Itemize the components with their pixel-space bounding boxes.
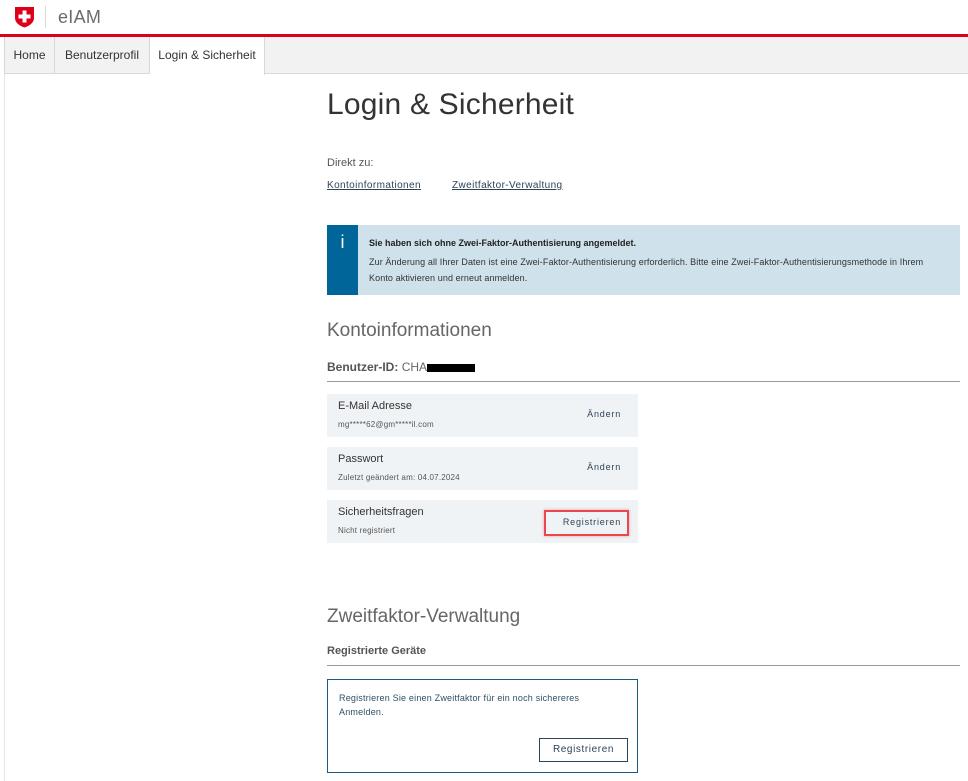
second-factor-card: Registrieren Sie einen Zweitfaktor für e… — [327, 679, 638, 773]
page-title: Login & Sicherheit — [327, 88, 575, 121]
user-id-value: CHA — [401, 360, 428, 374]
item-value: Nicht registriert — [338, 526, 396, 535]
jump-link-kontoinformationen[interactable]: Kontoinformationen — [327, 180, 421, 191]
tab-login-sicherheit[interactable]: Login & Sicherheit — [150, 37, 265, 75]
section-heading-kontoinformationen: Kontoinformationen — [327, 320, 492, 341]
swiss-cross-icon[interactable] — [14, 6, 35, 28]
tab-bar: Home Benutzerprofil Login & Sicherheit — [4, 37, 968, 75]
user-id: Benutzer-ID: CHA — [327, 360, 476, 374]
info-alert: i Sie haben sich ohne Zwei-Faktor-Authen… — [327, 225, 960, 295]
divider — [327, 381, 960, 382]
account-item-password: Passwort Zuletzt geändert am: 04.07.2024… — [327, 447, 638, 490]
user-id-label: Benutzer-ID: — [327, 360, 399, 374]
change-password-link[interactable]: Ändern — [587, 462, 621, 472]
section-heading-zweitfaktor: Zweitfaktor-Verwaltung — [327, 606, 521, 627]
top-header: eIAM — [0, 0, 968, 36]
divider — [327, 665, 960, 666]
header-divider — [45, 6, 46, 28]
alert-body: Zur Änderung all Ihrer Daten ist eine Zw… — [369, 257, 924, 283]
register-second-factor-button[interactable]: Registrieren — [539, 738, 628, 762]
jump-link-zweitfaktor[interactable]: Zweitfaktor-Verwaltung — [452, 180, 563, 191]
tab-home[interactable]: Home — [4, 37, 55, 74]
item-label: Sicherheitsfragen — [338, 506, 424, 518]
card-text: Registrieren Sie einen Zweitfaktor für e… — [339, 693, 580, 717]
alert-title: Sie haben sich ohne Zwei-Faktor-Authenti… — [369, 238, 637, 248]
app-name: eIAM — [58, 7, 102, 27]
item-value: Zuletzt geändert am: 04.07.2024 — [338, 473, 460, 482]
item-label: E-Mail Adresse — [338, 400, 412, 412]
redaction-bar — [427, 363, 476, 372]
highlight-box — [544, 510, 629, 536]
info-icon: i — [327, 225, 358, 295]
item-value: mg*****62@gm*****il.com — [338, 420, 434, 429]
change-email-link[interactable]: Ändern — [587, 409, 621, 419]
registered-devices-label: Registrierte Geräte — [327, 645, 427, 657]
account-item-email: E-Mail Adresse mg*****62@gm*****il.com Ä… — [327, 394, 638, 437]
jump-to-label: Direkt zu: — [327, 157, 374, 169]
tab-benutzerprofil[interactable]: Benutzerprofil — [55, 37, 150, 74]
item-label: Passwort — [338, 453, 384, 465]
